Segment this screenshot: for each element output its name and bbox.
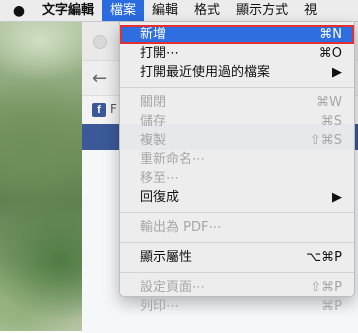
file-menu-dropdown: 新增 ⌘N 打開⋯ ⌘O 打開最近使用過的檔案 ▶ 關閉 ⌘W 儲存 ⌘S 複製…: [119, 22, 355, 314]
facebook-icon[interactable]: f: [92, 103, 106, 117]
menu-item-save: 儲存 ⌘S: [120, 112, 354, 131]
menu-item-label: 列印⋯: [140, 299, 180, 314]
menu-item-export-pdf: 輸出為 PDF⋯: [120, 218, 354, 237]
menu-item-print: 列印⋯ ⌘P: [120, 297, 354, 316]
menu-item-duplicate: 複製 ⇧⌘S: [120, 131, 354, 150]
menu-item-page-setup: 設定頁面⋯ ⇧⌘P: [120, 278, 354, 297]
menu-item-label: 重新命名⋯: [140, 152, 206, 167]
menu-separator: [120, 87, 354, 88]
menu-item-close: 關閉 ⌘W: [120, 93, 354, 112]
menubar-view[interactable]: 顯示方式: [228, 0, 296, 21]
menu-item-open-recent[interactable]: 打開最近使用過的檔案 ▶: [120, 63, 354, 82]
menu-item-shortcut: ⌘N: [319, 27, 342, 42]
menu-separator: [120, 242, 354, 243]
menu-item-move-to: 移至⋯: [120, 169, 354, 188]
menu-item-label: 回復成: [140, 190, 180, 205]
menubar-edit[interactable]: 編輯: [144, 0, 186, 21]
menu-item-shortcut: ⌘S: [320, 114, 342, 129]
menu-item-label: 顯示屬性: [140, 250, 193, 265]
menu-item-show-properties[interactable]: 顯示屬性 ⌥⌘P: [120, 248, 354, 267]
menu-separator: [120, 212, 354, 213]
bookmark-label[interactable]: F: [110, 102, 117, 116]
menu-item-rename: 重新命名⋯: [120, 150, 354, 169]
close-window-button[interactable]: [93, 35, 107, 49]
menu-item-shortcut: ⌘P: [321, 299, 342, 314]
apple-icon[interactable]: ●: [4, 3, 34, 19]
back-arrow-icon[interactable]: ←: [92, 68, 107, 89]
submenu-arrow-icon: ▶: [332, 65, 342, 80]
menu-item-shortcut: ⇧⌘P: [310, 280, 342, 295]
menu-item-label: 打開⋯: [140, 46, 180, 61]
menu-item-label: 打開最近使用過的檔案: [140, 65, 271, 80]
menu-item-shortcut: ⌘W: [316, 95, 342, 110]
menu-item-shortcut: ⌘O: [318, 46, 342, 61]
menu-item-label: 輸出為 PDF⋯: [140, 220, 222, 235]
menu-item-shortcut: ⇧⌘S: [309, 133, 342, 148]
menu-item-label: 關閉: [140, 95, 167, 110]
menu-item-revert-to[interactable]: 回復成 ▶: [120, 188, 354, 207]
menubar-format[interactable]: 格式: [186, 0, 228, 21]
menu-item-label: 儲存: [140, 114, 167, 129]
menu-item-label: 新增: [140, 27, 167, 42]
menubar-file[interactable]: 檔案: [102, 0, 145, 21]
menubar-window[interactable]: 視: [296, 0, 325, 21]
menu-item-shortcut: ⌥⌘P: [306, 250, 342, 265]
menu-item-label: 複製: [140, 133, 167, 148]
menu-bar: ● 文字編輯 檔案 編輯 格式 顯示方式 視: [0, 0, 358, 22]
menubar-app-name[interactable]: 文字編輯: [34, 0, 102, 21]
menu-item-label: 設定頁面⋯: [140, 280, 206, 295]
submenu-arrow-icon: ▶: [332, 190, 342, 205]
menu-item-new[interactable]: 新增 ⌘N: [120, 25, 354, 44]
menu-separator: [120, 272, 354, 273]
menu-item-open[interactable]: 打開⋯ ⌘O: [120, 44, 354, 63]
menu-item-label: 移至⋯: [140, 171, 180, 186]
